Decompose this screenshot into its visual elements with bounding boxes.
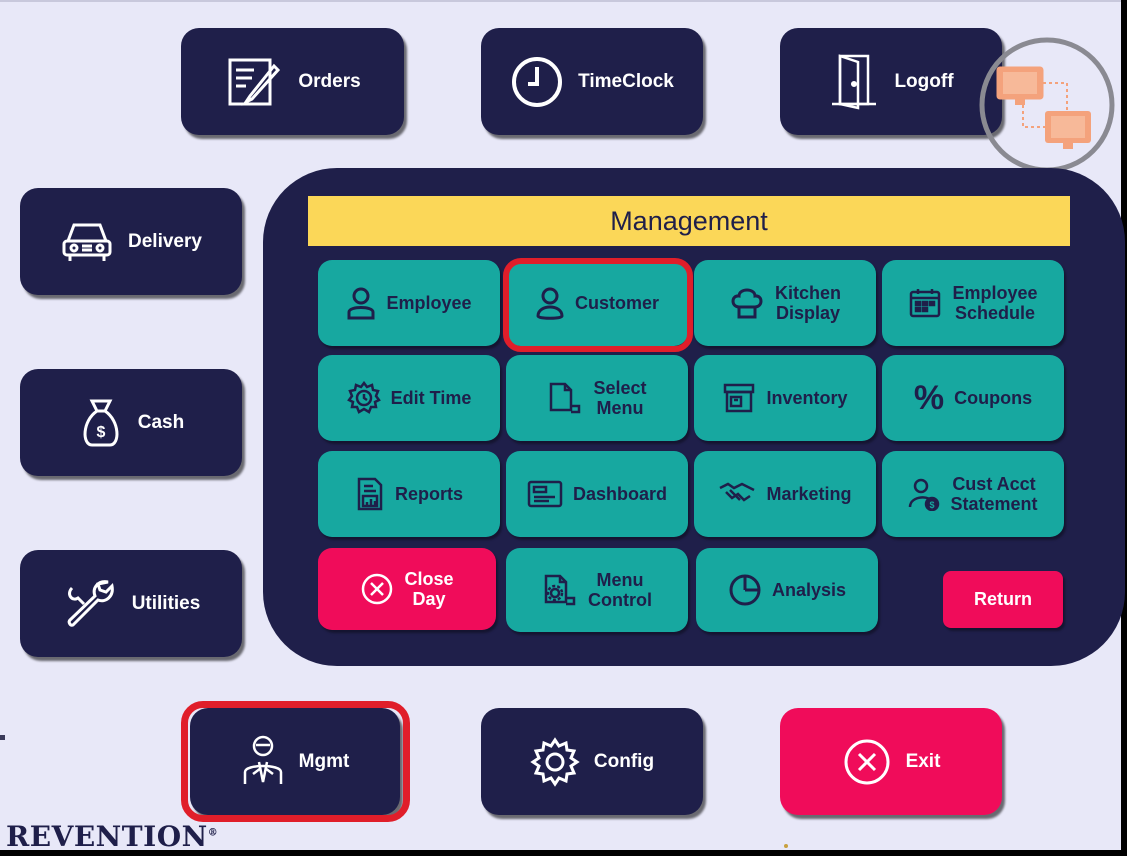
tile-select-menu-line2: Menu: [596, 398, 644, 418]
tile-close-day-line1: Close: [404, 569, 454, 589]
tile-close-day[interactable]: Close Day: [318, 548, 496, 630]
pos-screen: Orders TimeClock Logoff Delivery $ Cash …: [0, 0, 1125, 853]
orders-button[interactable]: Orders: [181, 28, 404, 135]
config-label: Config: [593, 750, 655, 772]
brand-logo: REVENTION®: [6, 820, 218, 853]
clock-gear-icon: [346, 381, 381, 414]
money-bag-icon: $: [83, 399, 119, 446]
tile-dashboard-label: Dashboard: [572, 484, 668, 504]
management-title: Management: [308, 196, 1070, 246]
tile-edit-time[interactable]: Edit Time: [318, 355, 500, 441]
tile-reports[interactable]: Reports: [318, 451, 500, 537]
car-icon: [62, 223, 112, 261]
gear-icon: [530, 736, 580, 787]
manager-icon: [243, 735, 282, 784]
tile-cust-acct-statement-line1: Cust Acct: [952, 474, 1036, 494]
tile-menu-control[interactable]: Menu Control: [506, 548, 688, 632]
tile-marketing-label: Marketing: [766, 484, 852, 504]
edit-document-icon: [228, 58, 281, 106]
tile-customer[interactable]: Customer: [506, 260, 688, 346]
top-border: [0, 0, 1121, 2]
box-icon: [724, 383, 755, 413]
mgmt-button[interactable]: Mgmt: [190, 708, 400, 815]
mgmt-label: Mgmt: [298, 750, 350, 772]
exit-label: Exit: [905, 750, 941, 772]
delivery-button[interactable]: Delivery: [20, 188, 242, 295]
tile-kitchen-display-line1: Kitchen: [774, 283, 841, 303]
tile-coupons-label: Coupons: [954, 388, 1033, 408]
orders-label: Orders: [298, 70, 361, 92]
tile-menu-control-line1: Menu: [596, 570, 644, 590]
svg-text:$: $: [930, 500, 935, 510]
timeclock-button[interactable]: TimeClock: [481, 28, 703, 135]
return-button[interactable]: Return: [943, 571, 1063, 628]
edge-dot: [784, 844, 788, 848]
tile-analysis-label: Analysis: [771, 580, 847, 600]
utilities-button[interactable]: Utilities: [20, 550, 242, 657]
tile-dashboard[interactable]: Dashboard: [506, 451, 688, 537]
tile-cust-acct-statement-line2: Statement: [950, 494, 1038, 514]
tile-kitchen-display[interactable]: Kitchen Display: [694, 260, 876, 346]
close-circle-icon: [362, 573, 393, 605]
utilities-label: Utilities: [131, 592, 201, 614]
tile-inventory-label: Inventory: [766, 388, 848, 408]
tile-analysis[interactable]: Analysis: [696, 548, 878, 632]
edge-mark: [0, 735, 5, 740]
person-icon: [347, 287, 375, 320]
svg-text:$: $: [96, 424, 105, 441]
tile-employee-schedule-line2: Schedule: [954, 303, 1035, 323]
close-circle-icon: [844, 739, 890, 784]
calendar-icon: [910, 289, 941, 318]
percent-icon: %: [913, 379, 945, 417]
tile-employee-schedule-line1: Employee: [952, 283, 1038, 303]
tile-coupons[interactable]: % Coupons: [882, 355, 1064, 441]
exit-button[interactable]: Exit: [780, 708, 1002, 815]
config-button[interactable]: Config: [481, 708, 703, 815]
tile-select-menu[interactable]: Select Menu: [506, 355, 688, 441]
tile-select-menu-line1: Select: [593, 378, 647, 398]
document-gear-icon: [544, 574, 576, 606]
document-icon: [550, 382, 581, 414]
delivery-label: Delivery: [128, 230, 202, 252]
wrench-icon: [67, 579, 114, 627]
tile-close-day-line2: Day: [412, 589, 446, 609]
tile-customer-label: Customer: [574, 293, 659, 313]
tile-employee[interactable]: Employee: [318, 260, 500, 346]
tile-employee-schedule[interactable]: Employee Schedule: [882, 260, 1064, 346]
timeclock-label: TimeClock: [578, 70, 674, 92]
clock-icon: [512, 56, 563, 107]
door-icon: [832, 53, 877, 110]
tile-employee-label: Employee: [386, 293, 472, 313]
logoff-button[interactable]: Logoff: [780, 28, 1002, 135]
logoff-label: Logoff: [894, 70, 954, 92]
tile-cust-acct-statement[interactable]: $ Cust Acct Statement: [882, 451, 1064, 537]
tile-kitchen-display-line2: Display: [775, 303, 840, 323]
cash-button[interactable]: $ Cash: [20, 369, 242, 476]
brand-name: REVENTION: [6, 820, 208, 853]
chef-hat-icon: [731, 288, 763, 319]
network-status-icon[interactable]: [975, 35, 1115, 175]
dashboard-icon: [527, 480, 563, 508]
tile-edit-time-label: Edit Time: [390, 388, 472, 408]
tile-reports-label: Reports: [394, 484, 463, 504]
brand-registered: ®: [207, 827, 219, 839]
pie-chart-icon: [729, 574, 761, 606]
tile-marketing[interactable]: Marketing: [694, 451, 876, 537]
handshake-icon: [719, 482, 756, 502]
cash-label: Cash: [137, 411, 185, 433]
customer-money-icon: $: [909, 478, 940, 511]
customer-icon: [536, 287, 564, 320]
tile-inventory[interactable]: Inventory: [694, 355, 876, 441]
tile-menu-control-line2: Control: [588, 590, 652, 610]
report-icon: [357, 477, 383, 511]
